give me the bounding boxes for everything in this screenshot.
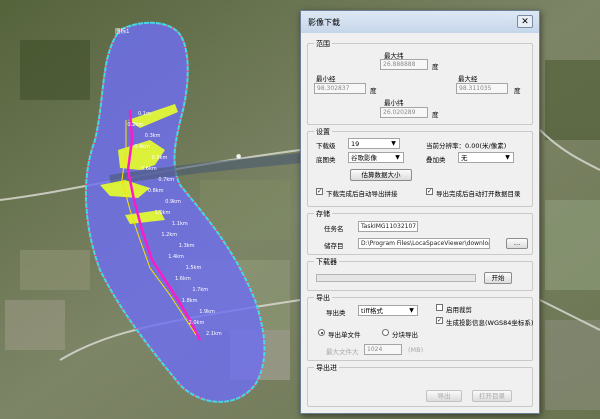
task-name-field[interactable]: TaskIMG11032107	[358, 221, 418, 232]
layer-value: 谷歌影像	[351, 154, 377, 162]
export-button[interactable]: 导出	[426, 390, 462, 402]
split-export-radio[interactable]	[382, 329, 389, 336]
task-name-label: 任务名	[324, 225, 344, 233]
max-lat-unit: 度	[432, 63, 439, 71]
single-file-label: 导出单文件	[328, 331, 361, 339]
auto-open-checkbox[interactable]: ✓	[426, 188, 433, 195]
auto-export-checkbox[interactable]: ✓	[316, 188, 323, 195]
max-file-size-unit: (MB)	[408, 346, 424, 354]
overlay-value: 无	[461, 154, 468, 162]
map-distance-label: 0.5km	[152, 155, 168, 161]
map-distance-label: 0.4km	[134, 144, 150, 150]
map-distance-label: 1.7km	[192, 287, 208, 293]
dialog-titlebar[interactable]: 影像下载 ✕	[301, 11, 539, 33]
overlay-label: 叠加类	[426, 156, 446, 164]
map-distance-label: 1.9km	[199, 309, 215, 315]
range-group: 范围 最大纬 26.888888 度 最小经 98.302837 度 最大经 9…	[307, 39, 533, 125]
min-lon-unit: 度	[370, 87, 377, 95]
image-download-dialog: 影像下载 ✕ 范围 最大纬 26.888888 度 最小经 98.302837 …	[300, 10, 540, 414]
map-distance-label: 0.2km	[127, 122, 143, 128]
min-lat-unit: 度	[432, 111, 439, 119]
auto-open-label: 导出完成后自动打开数据目录	[436, 190, 521, 198]
map-distance-label: 1.4km	[168, 254, 184, 260]
max-file-size-field[interactable]: 1024	[364, 344, 402, 355]
overlay-select[interactable]: 无 ▼	[458, 152, 514, 163]
map-distance-label: 0.7km	[158, 177, 174, 183]
projection-label: 生成投影信息(WGS84坐标系)	[446, 319, 534, 327]
map-distance-label: 1.8km	[182, 298, 198, 304]
export-progress-group: 导出进 导出 打开目录	[307, 363, 533, 407]
storage-legend: 存储	[314, 209, 332, 219]
dialog-title: 影像下载	[308, 18, 340, 27]
close-button[interactable]: ✕	[517, 15, 533, 28]
storage-dir-label: 储存目	[324, 242, 344, 250]
max-lon-unit: 度	[514, 87, 521, 95]
chevron-down-icon: ▼	[395, 154, 400, 161]
map-distance-label: 2.0km	[189, 320, 205, 326]
close-icon: ✕	[521, 17, 529, 27]
export-type-label: 导出类	[326, 309, 346, 317]
max-file-size-label: 最大文件大	[326, 348, 359, 356]
map-distance-label: 0.6km	[141, 166, 157, 172]
browse-button[interactable]: …	[506, 238, 528, 249]
max-lat-field[interactable]: 26.888888	[380, 59, 428, 70]
min-lon-label: 最小经	[316, 75, 336, 83]
map-distance-label: 0.3km	[145, 133, 161, 139]
settings-legend: 设置	[314, 127, 332, 137]
export-type-value: tiff格式	[361, 307, 383, 315]
storage-dir-field[interactable]: D:\Program Files\LocaSpaceViewer\downloa…	[358, 238, 490, 249]
clip-checkbox[interactable]	[436, 304, 443, 311]
layer-label: 底图类	[316, 156, 336, 164]
start-button[interactable]: 开始	[484, 272, 512, 284]
auto-export-label: 下载完成后自动导出拼接	[326, 190, 398, 198]
level-value: 19	[351, 140, 360, 148]
export-progress-legend: 导出进	[314, 363, 339, 373]
layer-select[interactable]: 谷歌影像 ▼	[348, 152, 404, 163]
map-title-label: 图标1	[115, 27, 130, 35]
estimate-size-button[interactable]: 估算数据大小	[350, 169, 412, 181]
chevron-down-icon: ▼	[391, 140, 396, 147]
clip-label: 启用裁剪	[446, 306, 472, 314]
settings-group: 设置 下载级 19 ▼ 当前分辨率：0.00(米/像素) 底图类 谷歌影像 ▼ …	[307, 127, 533, 207]
max-lon-field[interactable]: 98.311035	[456, 83, 508, 94]
export-legend: 导出	[314, 293, 332, 303]
map-distance-label: 2.1km	[206, 331, 222, 337]
chevron-down-icon: ▼	[505, 154, 510, 161]
map-distance-label: 0.8km	[148, 188, 164, 194]
min-lon-field[interactable]: 98.302837	[314, 83, 366, 94]
single-file-radio[interactable]	[318, 329, 325, 336]
min-lat-label: 最小纬	[384, 99, 404, 107]
map-distance-label: 0.1m	[138, 111, 151, 117]
resolution-text: 当前分辨率：0.00(米/像素)	[426, 142, 507, 150]
map-distance-label: 0.9km	[165, 199, 181, 205]
map-distance-label: 1.6km	[175, 276, 191, 282]
map-distance-label: 1.1km	[172, 221, 188, 227]
open-directory-button[interactable]: 打开目录	[472, 390, 512, 402]
map-place-label: ●	[236, 153, 241, 160]
max-lon-label: 最大经	[458, 75, 478, 83]
chevron-down-icon: ▼	[409, 307, 414, 314]
level-select[interactable]: 19 ▼	[348, 138, 400, 149]
download-group: 下载器 开始	[307, 257, 533, 291]
map-distance-label: 1.2km	[161, 232, 177, 238]
download-progress-bar	[316, 274, 476, 282]
export-type-select[interactable]: tiff格式 ▼	[358, 305, 418, 316]
split-export-label: 分块导出	[392, 331, 418, 339]
map-distance-label: 1.0km	[155, 210, 171, 216]
map-distance-label: 1.3km	[179, 243, 195, 249]
storage-group: 存储 任务名 TaskIMG11032107 储存目 D:\Program Fi…	[307, 209, 533, 255]
projection-checkbox[interactable]: ✓	[436, 317, 443, 324]
min-lat-field[interactable]: 26.020289	[380, 107, 428, 118]
map-distance-label: 1.5km	[186, 265, 202, 271]
download-legend: 下载器	[314, 257, 339, 267]
export-group: 导出 导出类 tiff格式 ▼ 启用裁剪 ✓ 生成投影信息(WGS84坐标系) …	[307, 293, 534, 361]
range-legend: 范围	[314, 39, 332, 49]
level-label: 下载级	[316, 142, 336, 150]
